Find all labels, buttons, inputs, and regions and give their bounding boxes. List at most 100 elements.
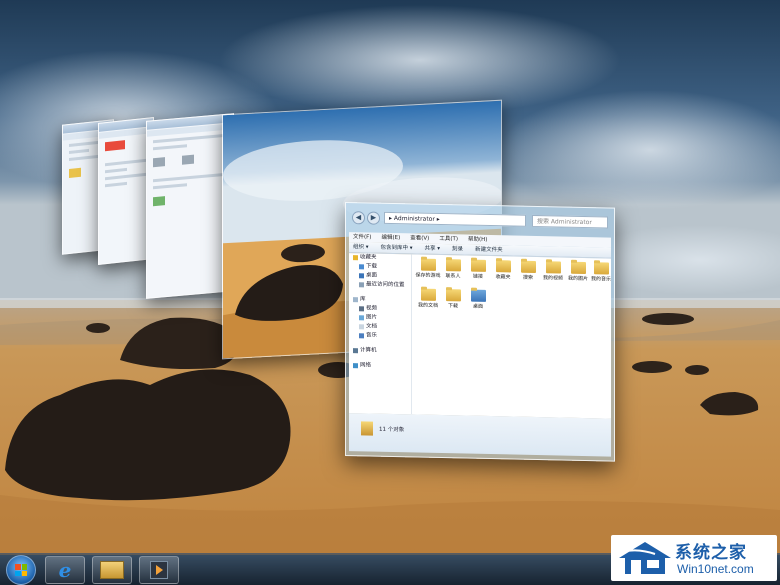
house-logo-icon	[619, 542, 671, 574]
nav-label: 文档	[366, 323, 378, 330]
address-bar[interactable]: ▸ Administrator ▸	[384, 211, 526, 227]
share-button[interactable]: 共享 ▾	[425, 244, 441, 254]
nav-label: 最近访问的位置	[366, 281, 405, 289]
folder-icon	[470, 259, 486, 272]
item-label: 收藏夹	[495, 274, 511, 281]
nav-label: 桌面	[366, 272, 378, 279]
watermark-url: Win10net.com	[677, 562, 754, 576]
folder-icon	[420, 258, 436, 271]
list-item[interactable]: 下载	[440, 289, 466, 310]
search-input[interactable]: 搜索 Administrator	[532, 214, 608, 229]
media-player-icon	[150, 561, 168, 579]
network-icon	[353, 363, 358, 369]
music-icon	[359, 333, 364, 339]
windows-logo-icon	[15, 564, 27, 576]
star-icon	[353, 255, 358, 261]
folder-icon	[470, 289, 486, 302]
folder-icon	[520, 260, 536, 273]
folder-icon	[361, 421, 373, 436]
flip3d-window-computer[interactable]	[146, 113, 234, 299]
explorer-body: 收藏夹 下载 桌面 最近访问的位置 库 视频 图片 文档 音乐 计算机 网络 保…	[349, 253, 611, 419]
content-line	[153, 183, 188, 190]
new-folder-button[interactable]: 新建文件夹	[475, 245, 503, 256]
watermark-name: 系统之家	[675, 543, 747, 563]
menu-file[interactable]: 文件(F)	[353, 232, 371, 242]
taskbar-windows-explorer[interactable]	[92, 556, 132, 584]
nav-label: 图片	[366, 314, 378, 321]
list-item[interactable]: 联系人	[440, 259, 466, 280]
explorer-titlebar[interactable]: ◀ ▶ ▸ Administrator ▸ 搜索 Administrator	[346, 203, 614, 237]
item-label: 链接	[472, 273, 483, 280]
menu-edit[interactable]: 编辑(E)	[381, 233, 400, 243]
nav-label: 网络	[360, 362, 372, 369]
start-button[interactable]	[6, 555, 36, 585]
status-text: 11 个对象	[379, 426, 405, 434]
back-button[interactable]: ◀	[352, 211, 365, 225]
recent-icon	[359, 282, 364, 288]
nav-label: 库	[360, 296, 366, 303]
list-item[interactable]: 桌面	[465, 289, 491, 311]
forward-button[interactable]: ▶	[367, 211, 380, 225]
menu-view[interactable]: 查看(V)	[410, 233, 429, 243]
drive-icon	[153, 157, 165, 168]
menu-help[interactable]: 帮助(H)	[468, 235, 487, 245]
drive-icon	[153, 196, 165, 207]
folder-icon	[445, 259, 461, 272]
navigation-pane: 收藏夹 下载 桌面 最近访问的位置 库 视频 图片 文档 音乐 计算机 网络	[349, 253, 412, 415]
content-line	[153, 172, 227, 183]
list-item[interactable]: 收藏夹	[490, 260, 516, 281]
desktop-icon	[359, 273, 364, 279]
item-label: 保存的游戏	[415, 272, 441, 280]
list-item[interactable]: 保存的游戏	[415, 258, 441, 279]
folder-icon	[495, 260, 511, 273]
include-in-library-button[interactable]: 包含到库中 ▾	[381, 243, 413, 254]
item-label: 搜索	[522, 274, 533, 281]
content-line	[105, 158, 147, 167]
list-item[interactable]: 链接	[465, 259, 491, 281]
nav-label: 视频	[366, 305, 378, 312]
item-label: 联系人	[445, 273, 461, 280]
internet-explorer-icon: e	[58, 558, 72, 582]
nav-buttons: ◀ ▶	[352, 211, 380, 225]
content-line	[105, 181, 127, 188]
folder-icon	[445, 289, 461, 302]
download-icon	[359, 264, 364, 270]
computer-icon	[353, 348, 358, 354]
nav-label: 收藏夹	[360, 254, 377, 261]
content-line	[105, 167, 127, 174]
list-item[interactable]: 我的视频	[540, 261, 566, 282]
list-item[interactable]: 我的文档	[415, 288, 441, 309]
item-label: 我的音乐	[590, 276, 611, 283]
file-list: 保存的游戏 联系人 链接 收藏夹 搜索 我的视频 我的图片 我的音乐 我的文档 …	[415, 258, 611, 412]
organize-button[interactable]: 组织 ▾	[353, 242, 369, 252]
content-line	[105, 172, 147, 181]
content-line	[153, 144, 188, 151]
nav-network[interactable]: 网络	[349, 361, 411, 371]
nav-label: 音乐	[366, 332, 378, 339]
desktop: ◀ ▶ ▸ Administrator ▸ 搜索 Administrator 文…	[0, 0, 780, 585]
status-bar: 11 个对象	[349, 413, 611, 457]
folder-icon	[545, 261, 561, 274]
folder-icon	[593, 262, 609, 275]
item-label: 桌面	[472, 303, 483, 310]
folder-icon	[100, 561, 124, 579]
logo-icon	[105, 140, 125, 152]
taskbar-media-player[interactable]	[139, 556, 179, 584]
menu-tools[interactable]: 工具(T)	[439, 234, 458, 244]
site-watermark: 系统之家 Win10net.com	[611, 535, 777, 581]
list-item[interactable]: 搜索	[515, 260, 541, 282]
item-label: 我的视频	[542, 275, 563, 282]
folder-icon	[570, 261, 586, 275]
library-icon	[353, 297, 358, 303]
video-icon	[359, 306, 364, 312]
item-label: 下载	[447, 303, 458, 310]
picture-icon	[359, 315, 364, 321]
explorer-window[interactable]: ◀ ▶ ▸ Administrator ▸ 搜索 Administrator 文…	[345, 202, 615, 462]
list-item[interactable]: 我的音乐	[588, 262, 614, 283]
folder-icon	[420, 288, 436, 301]
taskbar-internet-explorer[interactable]: e	[45, 556, 85, 584]
item-label: 我的文档	[417, 302, 438, 309]
burn-button[interactable]: 刻录	[452, 244, 463, 254]
nav-label: 下载	[366, 263, 378, 270]
item-label: 我的图片	[567, 275, 588, 283]
